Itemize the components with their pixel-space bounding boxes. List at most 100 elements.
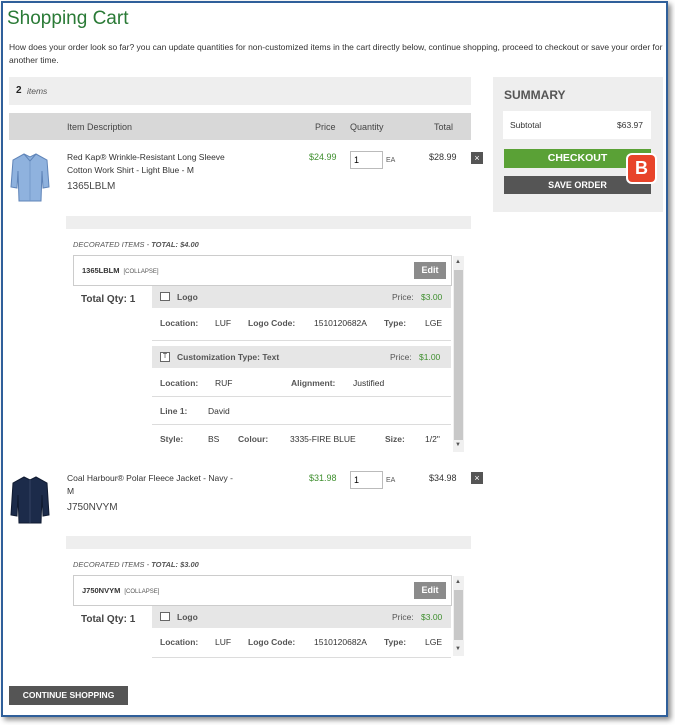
text-line1-label: Line 1: [160,406,188,416]
divider [152,424,451,425]
logo-price-label: Price: [392,612,414,622]
product-sku: J750NVYM [67,502,118,513]
text-icon: T [160,352,170,362]
header-price: Price [315,122,336,132]
text-line1: David [208,406,230,416]
logo-location: LUF [215,318,232,328]
text-location: RUF [215,378,233,388]
text-price: $1.00 [419,352,441,362]
product-name[interactable]: Red Kap® Wrinkle-Resistant Long Sleeve C… [67,151,247,177]
text-customization-row: T Customization Type: Text Price: $1.00 [152,346,451,368]
separator-bar [66,536,471,549]
separator-bar [66,216,471,229]
remove-item-icon[interactable]: × [471,152,483,164]
text-alignment-label: Alignment: [291,378,336,388]
scroll-down-icon[interactable]: ▼ [455,442,461,448]
logo-type-label: Type: [384,318,407,328]
decoration-scrollbar[interactable]: ▲ ▼ [453,256,464,452]
product-sku: 1365LBLM [67,181,116,192]
decorated-items-prefix: DECORATED ITEMS - [73,240,152,249]
divider [152,340,451,341]
logo-code: 1510120682A [314,637,367,647]
decoration-code: 1365LBLM [COLLAPSE] [82,266,159,275]
decorated-items-total: TOTAL: $3.00 [151,560,199,569]
items-count-bar: 2 items [9,77,471,105]
product-image-shirt[interactable] [10,151,50,203]
logo-type-label: Type: [384,637,407,647]
decorated-items-total: TOTAL: $4.00 [151,240,199,249]
product-image-jacket[interactable] [10,473,50,525]
cart-table-header: Item Description Price Quantity Total [9,113,471,140]
image-icon [160,612,170,621]
subtotal-value: $63.97 [617,120,643,130]
decorated-items-label: DECORATED ITEMS - TOTAL: $4.00 [73,240,199,249]
text-colour: 3335-FIRE BLUE [290,434,356,444]
total-qty: Total Qty: 1 [81,614,136,625]
logo-code-label: Logo Code: [248,637,296,647]
scrollbar-thumb[interactable] [454,270,463,440]
browser-extension-badge: B [628,155,655,182]
logo-row: Logo Price: $3.00 [152,286,451,308]
decoration-code: J750NVYM [COLLAPSE] [82,586,160,595]
header-description: Item Description [67,122,133,132]
subtotal-label: Subtotal [510,120,542,130]
edit-button[interactable]: Edit [414,262,446,279]
logo-title: Logo [177,292,198,302]
line-total: $34.98 [429,473,457,483]
decoration-scrollbar[interactable]: ▲ ▼ [453,576,464,656]
order-summary: SUMMARY Subtotal $63.97 CHECKOUT SAVE OR… [493,77,663,212]
logo-price: $3.00 [421,292,443,302]
scroll-up-icon[interactable]: ▲ [455,259,461,265]
scrollbar-thumb[interactable] [454,590,463,640]
remove-item-icon[interactable]: × [471,472,483,484]
logo-price-label: Price: [392,292,414,302]
divider [152,396,451,397]
text-alignment: Justified [353,378,385,388]
logo-location-label: Location: [160,637,199,647]
divider [152,657,451,658]
decorated-items-prefix: DECORATED ITEMS - [73,560,152,569]
quantity-input[interactable] [350,471,383,489]
logo-type: LGE [425,637,443,647]
header-quantity: Quantity [350,122,384,132]
quantity-unit: EA [386,157,396,164]
scroll-down-icon[interactable]: ▼ [455,646,461,652]
text-style-label: Style: [160,434,184,444]
decorated-items-label: DECORATED ITEMS - TOTAL: $3.00 [73,560,199,569]
scroll-up-icon[interactable]: ▲ [455,579,461,585]
product-name[interactable]: Coal Harbour® Polar Fleece Jacket - Navy… [67,472,242,498]
product-price: $31.98 [309,473,337,483]
continue-shopping-button[interactable]: CONTINUE SHOPPING [9,686,128,705]
summary-title: SUMMARY [504,88,566,102]
text-customization-title: Customization Type: Text [177,352,280,362]
quantity-input[interactable] [350,151,383,169]
collapse-link[interactable]: [COLLAPSE] [124,589,159,595]
line-total: $28.99 [429,152,457,162]
logo-location: LUF [215,637,232,647]
text-price-label: Price: [390,352,412,362]
page-frame: Shopping Cart How does your order look s… [1,1,668,717]
text-style: BS [208,434,220,444]
logo-code-label: Logo Code: [248,318,296,328]
logo-type: LGE [425,318,443,328]
logo-location-label: Location: [160,318,199,328]
text-size-label: Size: [385,434,405,444]
edit-button[interactable]: Edit [414,582,446,599]
image-icon [160,292,170,301]
items-count-label: items [27,86,48,96]
product-price: $24.99 [309,152,337,162]
logo-row: Logo Price: $3.00 [152,606,451,628]
logo-code: 1510120682A [314,318,367,328]
text-size: 1/2" [425,434,440,444]
page-title: Shopping Cart [7,8,129,29]
logo-title: Logo [177,612,198,622]
quantity-unit: EA [386,477,396,484]
collapse-link[interactable]: [COLLAPSE] [124,269,159,275]
logo-price: $3.00 [421,612,443,622]
page-intro: How does your order look so far? you can… [9,42,663,65]
decoration-header: 1365LBLM [COLLAPSE] Edit [73,255,452,286]
decoration-header: J750NVYM [COLLAPSE] Edit [73,575,452,606]
text-location-label: Location: [160,378,199,388]
total-qty: Total Qty: 1 [81,294,136,305]
subtotal-box: Subtotal $63.97 [503,111,651,139]
